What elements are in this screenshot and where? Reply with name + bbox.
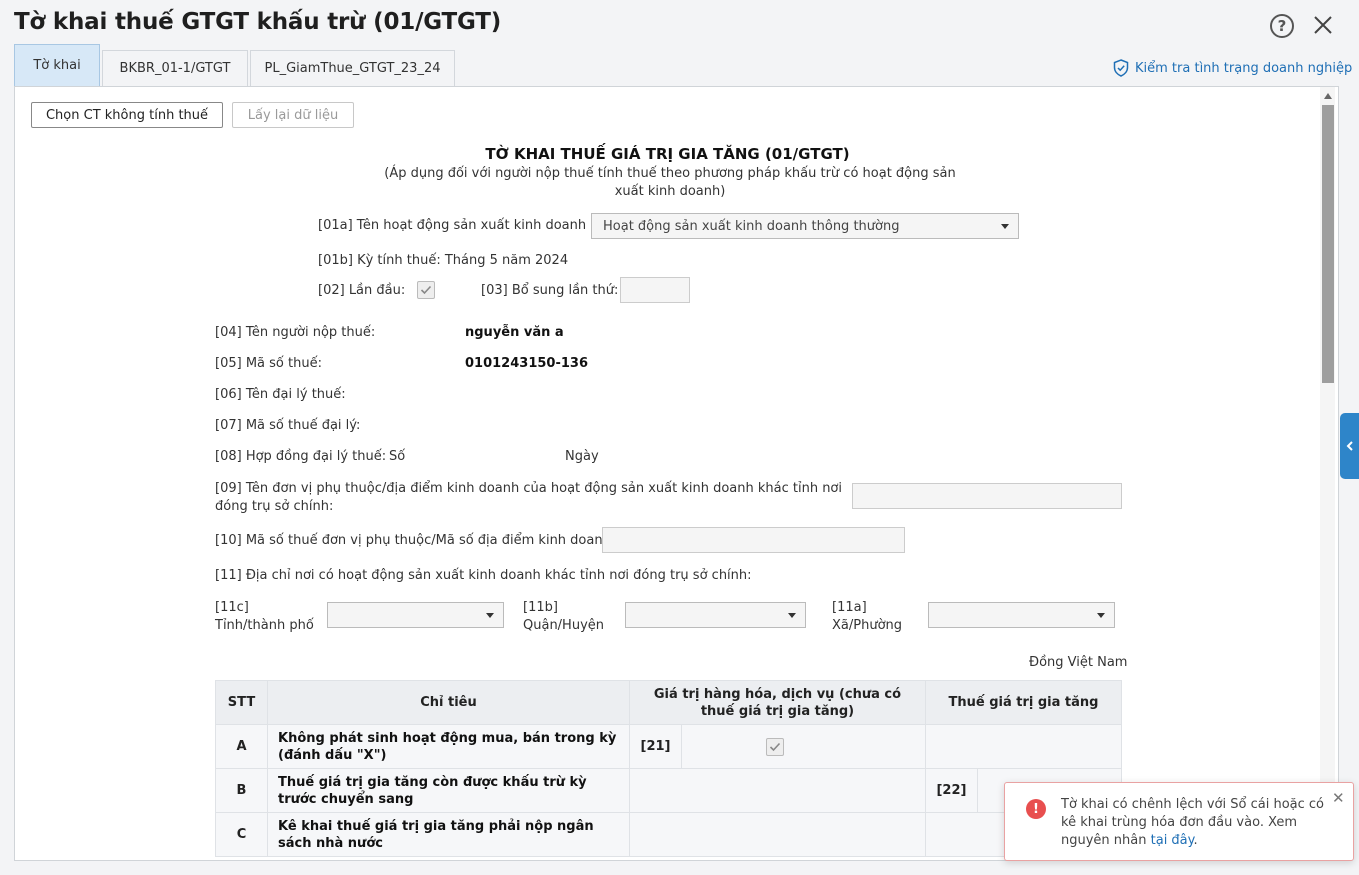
address-label: [11] Địa chỉ nơi có hoạt động sản xuất k… bbox=[215, 568, 752, 583]
toast-message-suffix: . bbox=[1193, 833, 1198, 848]
row-label: Không phát sinh hoạt động mua, bán trong… bbox=[267, 724, 630, 769]
table-row: A Không phát sinh hoạt động mua, bán tro… bbox=[215, 724, 1123, 769]
check-company-status-label: Kiểm tra tình trạng doanh nghiệp bbox=[1135, 60, 1353, 76]
agent-contract-number-label: Số bbox=[389, 449, 406, 464]
row-code: [22] bbox=[924, 768, 978, 813]
checkmark-icon bbox=[769, 742, 781, 752]
error-icon: ! bbox=[1026, 799, 1046, 819]
ward-label: [11a] Xã/Phường bbox=[832, 600, 903, 633]
province-label: [11c] Tỉnh/thành phố bbox=[215, 600, 314, 633]
close-icon[interactable] bbox=[1311, 13, 1335, 37]
row-stt: C bbox=[215, 812, 268, 857]
form-title: TỜ KHAI THUẾ GIÁ TRỊ GIA TĂNG (01/GTGT) bbox=[485, 145, 850, 163]
no-activity-cell bbox=[681, 724, 926, 769]
dependent-unit-input[interactable] bbox=[852, 483, 1122, 509]
chevron-down-icon bbox=[1001, 224, 1009, 229]
tax-code-label: [05] Mã số thuế: bbox=[215, 356, 322, 371]
province-select[interactable] bbox=[327, 602, 504, 628]
row-goods-cell bbox=[629, 812, 926, 857]
dependent-code-label: [10] Mã số thuế đơn vị phụ thuộc/Mã số đ… bbox=[215, 533, 616, 548]
table-header-goods-value: Giá trị hàng hóa, dịch vụ (chưa có thuế … bbox=[629, 680, 926, 725]
activity-label: [01a] Tên hoạt động sản xuất kinh doanh bbox=[318, 218, 587, 233]
row-vat-cell bbox=[924, 724, 1123, 769]
table-row: C Kê khai thuế giá trị gia tăng phải nộp… bbox=[215, 812, 1123, 857]
district-label: [11b] Quận/Huyện bbox=[523, 600, 605, 633]
reload-data-button[interactable]: Lấy lại dữ liệu bbox=[232, 102, 354, 128]
agent-contract-label: [08] Hợp đồng đại lý thuế: bbox=[215, 449, 387, 464]
tab-pl-giam-thue[interactable]: PL_GiamThue_GTGT_23_24 bbox=[250, 50, 455, 86]
table-header-vat: Thuế giá trị gia tăng bbox=[924, 680, 1123, 725]
shield-check-icon bbox=[1113, 59, 1129, 77]
row-goods-cell bbox=[629, 768, 926, 813]
chevron-down-icon bbox=[1097, 613, 1105, 618]
table-header-indicator: Chỉ tiêu bbox=[267, 680, 630, 725]
activity-select-value: Hoạt động sản xuất kinh doanh thông thườ… bbox=[603, 218, 900, 234]
row-label: Thuế giá trị gia tăng còn được khấu trừ … bbox=[267, 768, 630, 813]
toast-message: Tờ khai có chênh lệch với Sổ cái hoặc có… bbox=[1061, 796, 1329, 850]
table-row: B Thuế giá trị gia tăng còn được khấu tr… bbox=[215, 768, 1123, 813]
help-icon[interactable]: ? bbox=[1270, 14, 1294, 38]
row-label: Kê khai thuế giá trị gia tăng phải nộp n… bbox=[267, 812, 630, 857]
activity-select[interactable]: Hoạt động sản xuất kinh doanh thông thườ… bbox=[591, 213, 1019, 239]
agent-contract-date-label: Ngày bbox=[565, 449, 599, 464]
row-stt: B bbox=[215, 768, 268, 813]
form-panel: Chọn CT không tính thuế Lấy lại dữ liệu … bbox=[14, 86, 1339, 861]
checkmark-icon bbox=[420, 285, 432, 295]
tax-code-value: 0101243150-136 bbox=[465, 356, 588, 371]
row-stt: A bbox=[215, 724, 268, 769]
chevron-down-icon bbox=[788, 613, 796, 618]
declaration-table: STT Chỉ tiêu Giá trị hàng hóa, dịch vụ (… bbox=[215, 680, 1123, 857]
supplement-label: [03] Bổ sung lần thứ: bbox=[481, 283, 619, 298]
taxpayer-name-value: nguyễn văn a bbox=[465, 325, 564, 340]
scrollbar-thumb[interactable] bbox=[1322, 105, 1334, 383]
no-activity-checkbox[interactable] bbox=[766, 738, 784, 756]
district-select[interactable] bbox=[625, 602, 806, 628]
agent-code-label: [07] Mã số thuế đại lý: bbox=[215, 418, 361, 433]
side-panel-toggle[interactable] bbox=[1340, 413, 1359, 479]
table-header-stt: STT bbox=[215, 680, 268, 725]
currency-note: Đồng Việt Nam bbox=[1029, 655, 1128, 670]
table-header-row: STT Chỉ tiêu Giá trị hàng hóa, dịch vụ (… bbox=[215, 680, 1123, 725]
row-code: [21] bbox=[629, 724, 682, 769]
first-time-label: [02] Lần đầu: bbox=[318, 283, 406, 298]
page-title: Tờ khai thuế GTGT khấu trừ (01/GTGT) bbox=[14, 9, 502, 35]
dependent-unit-label: [09] Tên đơn vị phụ thuộc/địa điểm kinh … bbox=[215, 481, 843, 514]
ward-select[interactable] bbox=[928, 602, 1115, 628]
first-time-checkbox[interactable] bbox=[417, 281, 435, 299]
taxpayer-name-label: [04] Tên người nộp thuế: bbox=[215, 325, 376, 340]
agent-name-label: [06] Tên đại lý thuế: bbox=[215, 387, 346, 402]
dependent-code-input[interactable] bbox=[602, 527, 905, 553]
supplement-input[interactable] bbox=[620, 277, 690, 303]
tab-bkbr[interactable]: BKBR_01-1/GTGT bbox=[102, 50, 248, 86]
tab-to-khai[interactable]: Tờ khai bbox=[14, 44, 100, 86]
check-company-status-link[interactable]: Kiểm tra tình trạng doanh nghiệp bbox=[1113, 59, 1352, 77]
scroll-up-arrow-icon[interactable] bbox=[1324, 93, 1332, 99]
toast-details-link[interactable]: tại đây bbox=[1151, 833, 1194, 848]
warning-toast: ! Tờ khai có chênh lệch với Sổ cái hoặc … bbox=[1004, 782, 1354, 861]
window-header: Tờ khai thuế GTGT khấu trừ (01/GTGT) ? bbox=[0, 0, 1359, 50]
tax-period: [01b] Kỳ tính thuế: Tháng 5 năm 2024 bbox=[318, 253, 569, 268]
chevron-left-icon bbox=[1346, 441, 1353, 451]
choose-non-taxable-button[interactable]: Chọn CT không tính thuế bbox=[31, 102, 223, 128]
form-subtitle: (Áp dụng đối với người nộp thuế tính thu… bbox=[384, 166, 956, 199]
chevron-down-icon bbox=[486, 613, 494, 618]
toast-close-icon[interactable]: ✕ bbox=[1332, 789, 1345, 807]
